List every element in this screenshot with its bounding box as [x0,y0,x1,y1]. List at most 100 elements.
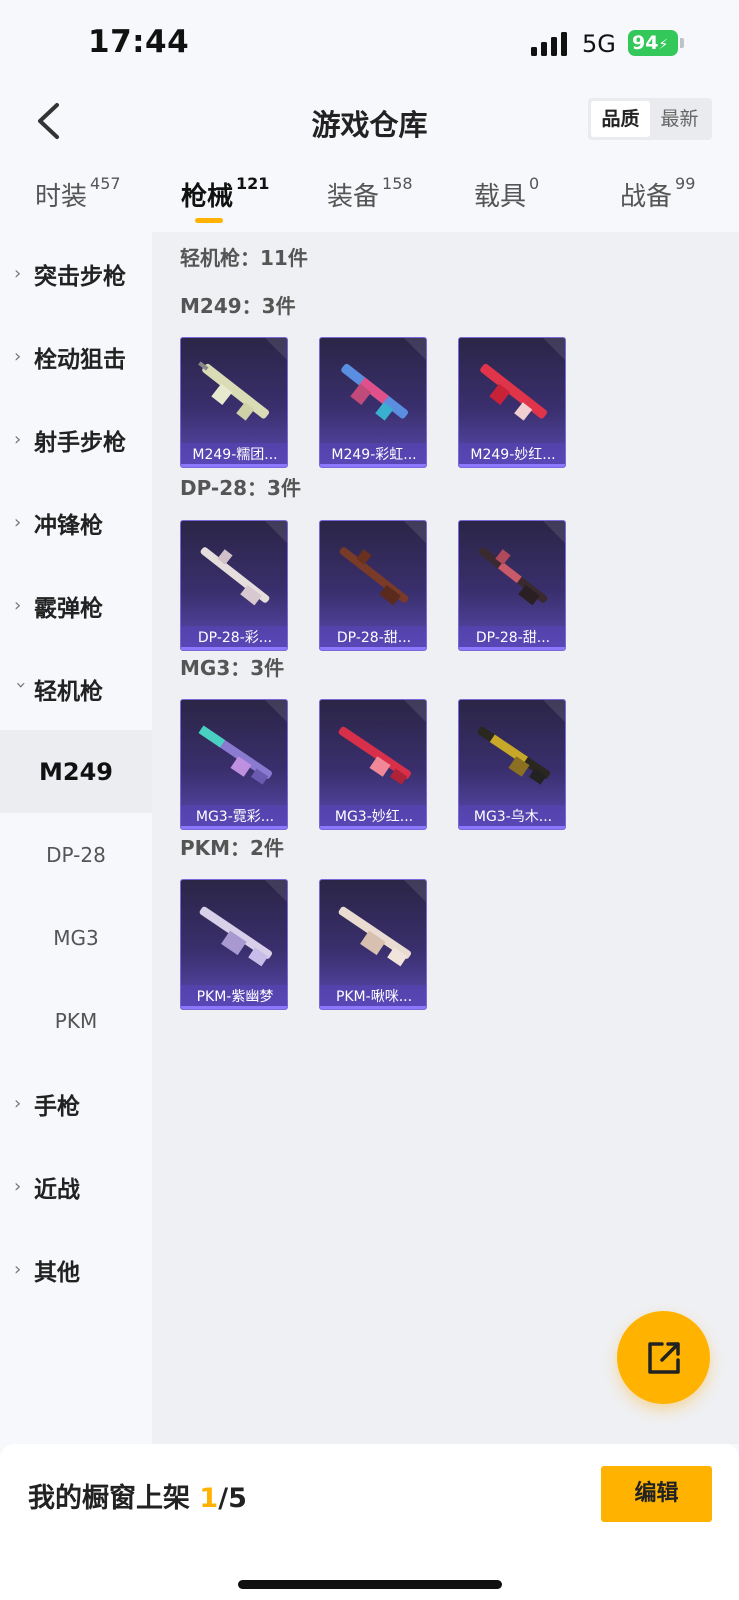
gun-icon [338,726,412,785]
sidebar: › 突击步枪 › 栓动狙击 › 射手步枪 › 冲锋枪 › 霰弹枪 › 轻机枪 M249 DP… [0,232,152,1444]
battery-icon: 94⚡ [628,30,678,56]
tab-label: 装备 [327,182,380,212]
tab-count: 121 [236,174,270,193]
rarity-bar [181,826,287,829]
sidebar-subitem-pkm[interactable]: PKM [0,979,152,1062]
sidebar-item-label: 突击步枪 [34,263,126,290]
chevron-right-icon: › [14,1093,22,1114]
sidebar-subitem-m249[interactable]: M249 [0,730,152,813]
chevron-right-icon: › [14,512,22,533]
rarity-bar [320,1006,426,1009]
active-tab-indicator [195,218,223,223]
sidebar-item-bolt-sniper[interactable]: › 栓动狙击 [0,315,152,398]
battery-level: 94 [632,32,659,54]
sidebar-item-label: 其他 [34,1259,80,1286]
sidebar-item-lmg[interactable]: › 轻机枪 [0,647,152,730]
page-header: 游戏仓库 品质 最新 [0,88,739,152]
tab-fashion[interactable]: 时装 457 [35,174,121,213]
sidebar-item-shotgun[interactable]: › 霰弹枪 [0,564,152,647]
gun-icon [480,363,548,421]
tab-label: 战备 [620,182,673,212]
edit-button[interactable]: 编辑 [601,1466,712,1522]
sidebar-item-label: 手枪 [34,1093,80,1120]
tab-weapons[interactable]: 枪械 121 [181,174,270,213]
share-icon [647,1341,680,1374]
sidebar-subitem-dp28[interactable]: DP-28 [0,813,152,896]
sidebar-item-marksman[interactable]: › 射手步枪 [0,398,152,481]
group-title: DP-28：3件 [180,476,301,500]
sidebar-item-assault-rifle[interactable]: › 突击步枪 [0,232,152,315]
showcase-label: 我的橱窗上架 [28,1483,200,1514]
sidebar-item-smg[interactable]: › 冲锋枪 [0,481,152,564]
tab-count: 0 [529,174,540,193]
tab-count: 99 [675,174,696,193]
sidebar-item-label: 射手步枪 [34,429,126,456]
chevron-right-icon: › [14,429,22,450]
chevron-down-icon: › [10,681,32,689]
showcase-status: 我的橱窗上架 1/5 [28,1476,247,1515]
tab-equipment[interactable]: 装备 158 [327,174,413,213]
item-card[interactable]: DP-28-甜... [319,520,427,651]
item-card[interactable]: M249-糯团... [180,337,288,468]
sidebar-item-label: 冲锋枪 [34,512,103,539]
item-card[interactable]: PKM-紫幽梦 [180,879,288,1010]
item-card[interactable]: DP-28-彩... [180,520,288,651]
rarity-bar [459,826,565,829]
tab-count: 158 [382,174,413,193]
item-card[interactable]: MG3-妙红... [319,699,427,830]
gun-icon [200,547,270,606]
sidebar-item-other[interactable]: › 其他 [0,1228,152,1311]
showcase-total: /5 [218,1483,247,1514]
category-tabs: 时装 457 枪械 121 装备 158 载具 0 战备 99 [0,170,739,232]
tab-label: 载具 [474,182,527,212]
item-grid-panel: 轻机枪：11件 M249：3件 M249-糯团... M249-彩虹... M2… [152,232,739,1444]
rarity-bar [320,647,426,650]
item-card[interactable]: PKM-啾咪... [319,879,427,1010]
rarity-bar [181,647,287,650]
gun-icon [477,726,551,785]
chevron-right-icon: › [14,263,22,284]
tab-label: 枪械 [181,182,234,212]
rarity-bar [320,826,426,829]
rarity-bar [181,1006,287,1009]
sort-quality-button[interactable]: 品质 [591,101,650,137]
sidebar-subitem-mg3[interactable]: MG3 [0,896,152,979]
rarity-bar [459,464,565,467]
item-card[interactable]: MG3-乌木... [458,699,566,830]
battery-tip [680,38,684,48]
gun-icon [198,361,270,421]
rarity-bar [320,464,426,467]
sidebar-item-label: 栓动狙击 [34,346,126,373]
sidebar-item-label: 轻机枪 [34,678,103,705]
item-card[interactable]: M249-彩虹... [319,337,427,468]
item-card[interactable]: DP-28-甜... [458,520,566,651]
tab-supplies[interactable]: 战备 99 [620,174,696,213]
gun-icon [198,725,273,785]
sort-newest-button[interactable]: 最新 [650,101,709,137]
group-title: MG3：3件 [180,656,285,680]
sidebar-item-pistol[interactable]: › 手枪 [0,1062,152,1145]
category-summary: 轻机枪：11件 [180,246,308,270]
sidebar-item-melee[interactable]: › 近战 [0,1145,152,1228]
status-time: 17:44 [88,24,190,60]
network-label: 5G [582,30,616,58]
tab-vehicles[interactable]: 载具 0 [474,174,540,213]
sidebar-item-label: 霰弹枪 [34,595,103,622]
signal-icon [531,32,571,56]
gun-icon [341,363,409,421]
tab-label: 时装 [35,182,88,212]
chevron-right-icon: › [14,1176,22,1197]
status-bar: 17:44 5G 94⚡ [0,0,739,88]
gun-icon [199,906,273,967]
item-card[interactable]: M249-妙红... [458,337,566,468]
chevron-right-icon: › [14,1259,22,1280]
share-button[interactable] [617,1311,710,1404]
gun-icon [339,547,409,606]
item-card[interactable]: MG3-霓彩... [180,699,288,830]
sort-toggle: 品质 最新 [588,98,712,140]
chevron-right-icon: › [14,346,22,367]
gun-icon [338,906,412,967]
sidebar-item-label: 近战 [34,1176,80,1203]
chevron-right-icon: › [14,595,22,616]
rarity-bar [459,647,565,650]
